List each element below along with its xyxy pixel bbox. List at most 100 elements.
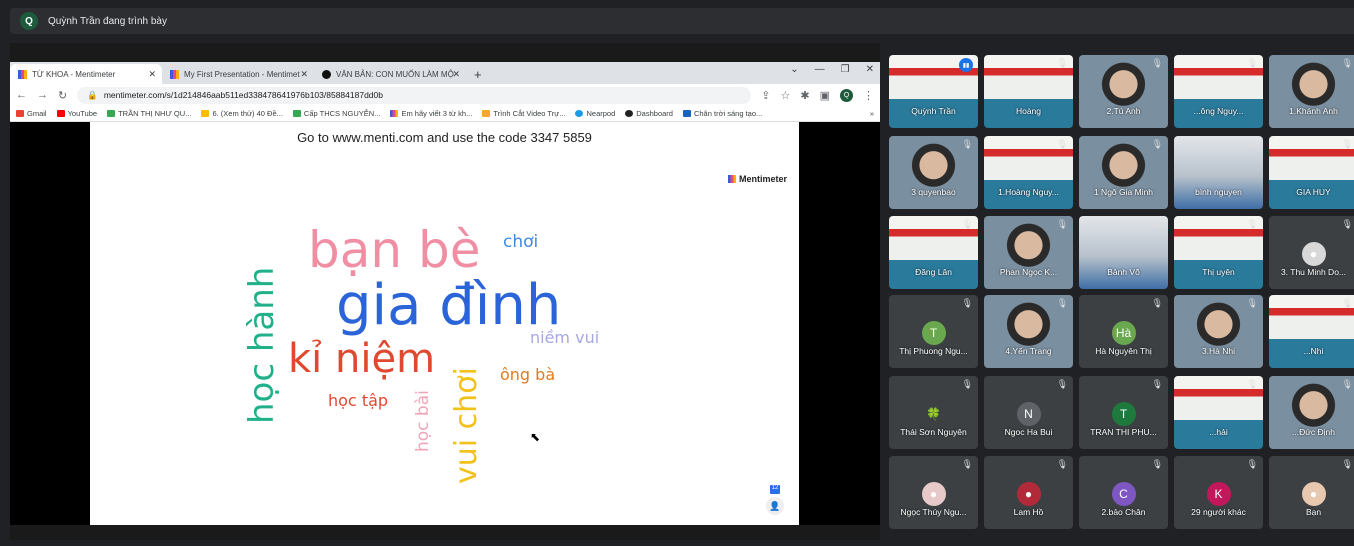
participant-tile[interactable]: ▮▮ Quỳnh Trần [889,55,978,128]
url-field[interactable]: 🔒 mentimeter.com/s/1d214846aab511ed33847… [77,86,752,104]
participant-name: 1.Hoàng Nguy... [998,187,1059,197]
bookmark-item[interactable]: TRẦN THỊ NHƯ QU... [107,109,191,118]
star-icon[interactable]: ☆ [781,89,791,102]
participant-name: GIA HUY [1296,187,1331,197]
participant-name: ...Đức Định [1291,427,1335,437]
participant-tile[interactable]: K 🎙 29 người khác [1174,456,1263,529]
back-icon[interactable]: ← [16,89,27,101]
participant-tile[interactable]: T 🎙 TRAN THI PHU... [1079,376,1168,449]
participant-name: 2.bảo Chân [1101,507,1146,517]
participant-tile[interactable]: 🎙 bình nguyen [1174,136,1263,209]
sidebar-icon[interactable]: ▣ [820,89,830,102]
mic-off-icon: 🎙 [1056,459,1068,469]
more-bookmarks-icon[interactable]: » [870,109,874,118]
participant-tile[interactable]: 🎙 ...ông Nguy... [1174,55,1263,128]
mic-off-icon: 🎙 [1056,379,1068,389]
mic-off-icon: 🎙 [1246,298,1258,308]
mic-off-icon: 🎙 [1151,379,1163,389]
participant-name: Thái Sơn Nguyên [900,427,967,437]
bookmark-item[interactable]: Trình Cắt Video Trự... [482,109,565,118]
participant-avatar: T [921,321,946,345]
maximize-icon[interactable]: ❐ [841,64,850,75]
tab-2[interactable]: My First Presentation - Mentimet ✕ [162,64,314,84]
bookmark-item[interactable]: Chân trời sáng tạo... [682,109,762,118]
participant-tile[interactable]: N 🎙 Ngoc Ha Bui [984,376,1073,449]
mic-off-icon: 🎙 [1341,298,1353,308]
participant-tile[interactable]: Hà 🎙 Hà Nguyên Thị [1079,295,1168,368]
mic-off-icon: 🎙 [1151,298,1163,308]
participant-tile[interactable]: 🎙 ...Đức Định [1269,376,1354,449]
participant-tile[interactable]: 🎙 1.Khánh Anh [1269,55,1354,128]
share-icon[interactable]: ⇪ [761,89,770,102]
bookmark-item[interactable]: Cấp THCS NGUYỄN... [292,109,380,118]
participant-avatar: C [1111,482,1136,506]
nearpod-icon [575,110,584,117]
close-icon[interactable]: ✕ [300,69,308,80]
participant-tile[interactable]: 🎙 Thị uyên [1174,216,1263,289]
mic-off-icon: 🎙 [1341,219,1353,229]
participant-tile[interactable]: 🎙 Hoàng [984,55,1073,128]
drive-icon [201,110,210,117]
close-window-icon[interactable]: ✕ [866,64,874,75]
bookmark-item[interactable]: Nearpod [575,109,615,118]
bookmarks-bar: Gmail YouTube TRẦN THỊ NHƯ QU... 6. (Xem… [10,106,880,122]
participant-tile[interactable]: 🎙 2.Tú Anh [1079,55,1168,128]
participant-tile[interactable]: ● 🎙 3. Thu Minh Do... [1269,216,1354,289]
participant-tile[interactable]: ● 🎙 Ngọc Thúy Ngu... [889,456,978,529]
participant-tile[interactable]: 🎙 Bảnh Võ [1079,216,1168,289]
participant-tile[interactable]: 🎙 ...hải [1174,376,1263,449]
mic-off-icon: 🎙 [961,459,973,469]
gmail-icon [16,110,24,117]
drive-icon [292,110,301,117]
participant-tile[interactable]: 🎙 Đăng Lân [889,216,978,289]
participant-name: 3. Thu Minh Do... [1280,267,1347,277]
forward-icon[interactable]: → [37,89,48,101]
person-icon[interactable]: 👤 [766,497,784,515]
participant-tile[interactable]: ● 🎙 Lam Hồ [984,456,1073,529]
tab-1[interactable]: TỪ KHOA - Mentimeter ✕ [10,64,162,84]
participant-tile[interactable]: 🎙 3 quyenbao [889,136,978,209]
close-icon[interactable]: ✕ [148,69,156,80]
bookmark-item[interactable]: 6. (Xem thử) 40 Đề... [201,109,283,118]
participant-tile[interactable]: ● 🎙 Bạn [1269,456,1354,529]
close-icon[interactable]: ✕ [452,69,460,80]
tab-3[interactable]: VĂN BẢN: CON MUỐN LÀM MỘ ✕ [314,64,466,84]
participant-tile[interactable]: T 🎙 Thị Phuong Ngu... [889,295,978,368]
participant-tile[interactable]: C 🎙 2.bảo Chân [1079,456,1168,529]
participant-tile[interactable]: 🎙 1 Ngô Gia Minh [1079,136,1168,209]
participant-name: bình nguyen [1195,187,1242,197]
participant-tile[interactable]: 🎙 3.Hà Nhi [1174,295,1263,368]
minimize-icon[interactable]: — [815,64,825,75]
new-tab-icon[interactable]: + [474,64,482,84]
participant-tile[interactable]: 🍀 🎙 Thái Sơn Nguyên [889,376,978,449]
participant-name: ...Nhi [1303,346,1324,356]
participant-avatar: ● [1301,482,1326,506]
participant-name: ...ông Nguy... [1193,106,1244,116]
reload-icon[interactable]: ↻ [58,89,67,102]
participant-tile[interactable]: 🎙 GIA HUY [1269,136,1354,209]
mic-off-icon: 🎙 [1246,58,1258,68]
bookmark-item[interactable]: YouTube [56,109,97,118]
window-controls: ⌄ — ❐ ✕ [790,64,874,75]
mic-off-icon: 🎙 [961,379,973,389]
bookmark-item[interactable]: Gmail [16,109,47,118]
mic-off-icon: 🎙 [1341,459,1353,469]
participant-tile[interactable]: 🎙 Phan Ngọc K... [984,216,1073,289]
participant-tile[interactable]: 🎙 ...Nhi [1269,295,1354,368]
bookmark-label: TRẦN THỊ NHƯ QU... [118,109,192,118]
profile-avatar[interactable]: Q [840,88,853,102]
participant-tile[interactable]: 🎙 1.Hoàng Nguy... [984,136,1073,209]
bookmark-item[interactable]: Dashboard [625,109,673,118]
participant-tile[interactable]: 🎙 4.Yến Trang [984,295,1073,368]
bookmark-item[interactable]: Em hãy viết 3 từ kh... [390,109,472,118]
bookmark-label: Nearpod [586,109,616,118]
participant-name: 3.Hà Nhi [1201,346,1236,356]
extensions-icon[interactable]: ✱ [800,89,809,102]
participant-avatar: ● [1301,242,1326,266]
participant-name: Hà Nguyên Thị [1095,346,1152,356]
participant-name: Lam Hồ [1013,507,1044,517]
chevron-down-icon[interactable]: ⌄ [790,64,798,75]
drive-icon [107,110,116,117]
participant-name: 29 người khác [1191,507,1246,517]
menu-icon[interactable]: ⋮ [863,89,874,102]
